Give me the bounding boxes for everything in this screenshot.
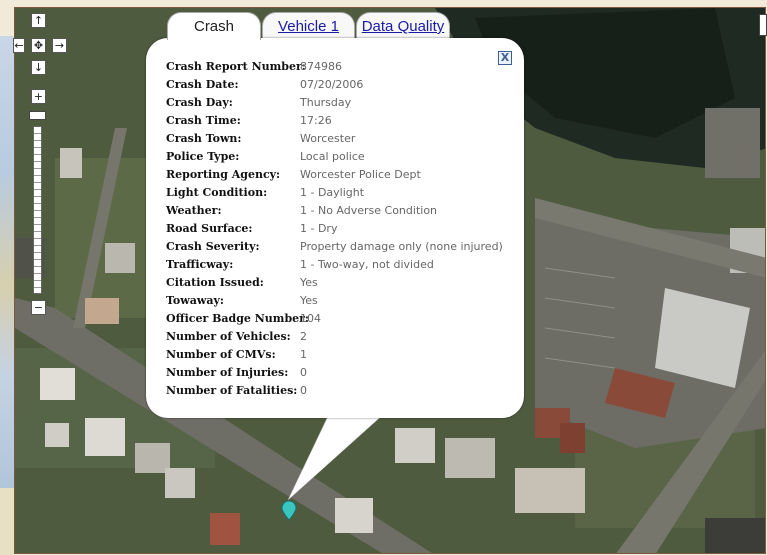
detail-row: Police Type: Local police <box>166 148 526 166</box>
tab-crash[interactable]: Crash <box>167 12 261 40</box>
detail-row: Towaway: Yes <box>166 292 526 310</box>
detail-row: Weather: 1 - No Adverse Condition <box>166 202 526 220</box>
detail-label: Crash Day: <box>166 96 233 109</box>
pan-up-button[interactable]: ↑ <box>31 13 46 28</box>
detail-label: Officer Badge Number: <box>166 312 309 325</box>
detail-value: Local police <box>300 150 365 163</box>
detail-value: 1 - No Adverse Condition <box>300 204 438 217</box>
detail-label: Reporting Agency: <box>166 168 281 181</box>
detail-label: Number of Vehicles: <box>166 330 291 343</box>
detail-value: 104 <box>300 312 321 325</box>
detail-row: Citation Issued: Yes <box>166 274 526 292</box>
detail-row: Number of CMVs: 1 <box>166 346 526 364</box>
detail-value: 0 <box>300 366 307 379</box>
detail-value: 1 - Daylight <box>300 186 365 199</box>
detail-value: Yes <box>300 294 318 307</box>
detail-label: Trafficway: <box>166 258 234 271</box>
detail-label: Weather: <box>166 204 222 217</box>
detail-row: Crash Report Number: 874986 <box>166 58 526 76</box>
detail-label: Crash Report Number: <box>166 60 306 73</box>
crash-location-marker[interactable] <box>281 500 297 522</box>
detail-value: 1 <box>300 348 307 361</box>
detail-row: Number of Vehicles: 2 <box>166 328 526 346</box>
detail-label: Crash Date: <box>166 78 239 91</box>
detail-row: Crash Severity: Property damage only (non… <box>166 238 526 256</box>
overview-map-footer <box>0 488 14 555</box>
map-type-button[interactable] <box>759 14 767 36</box>
arrow-left-icon: ← <box>14 39 24 52</box>
detail-value: Property damage only (none injured) <box>300 240 503 253</box>
detail-label: Number of Fatalities: <box>166 384 298 397</box>
minus-icon: − <box>33 301 44 314</box>
detail-label: Citation Issued: <box>166 276 264 289</box>
pan-left-button[interactable]: ← <box>13 38 25 53</box>
detail-value: 1 - Dry <box>300 222 338 235</box>
zoom-slider[interactable] <box>33 126 42 294</box>
overview-map-strip <box>0 36 14 488</box>
pan-down-button[interactable]: ↓ <box>31 60 46 75</box>
detail-label: Police Type: <box>166 150 240 163</box>
detail-label: Towaway: <box>166 294 224 307</box>
arrow-up-icon: ↑ <box>33 14 44 27</box>
detail-row: Crash Time: 17:26 <box>166 112 526 130</box>
zoom-in-button[interactable]: + <box>31 89 46 104</box>
arrow-down-icon: ↓ <box>33 61 44 74</box>
tab-vehicle-1[interactable]: Vehicle 1 <box>262 12 355 40</box>
detail-row: Reporting Agency: Worcester Police Dept <box>166 166 526 184</box>
detail-value: 0 <box>300 384 307 397</box>
detail-value: Yes <box>300 276 318 289</box>
detail-value: Worcester Police Dept <box>300 168 421 181</box>
detail-row: Crash Date: 07/20/2006 <box>166 76 526 94</box>
detail-value: 2 <box>300 330 307 343</box>
detail-value: 17:26 <box>300 114 332 127</box>
detail-row: Crash Town: Worcester <box>166 130 526 148</box>
detail-row: Number of Injuries: 0 <box>166 364 526 382</box>
detail-label: Crash Time: <box>166 114 241 127</box>
zoom-slider-handle[interactable] <box>29 111 46 120</box>
detail-label: Number of CMVs: <box>166 348 276 361</box>
detail-value: 07/20/2006 <box>300 78 364 91</box>
pan-right-button[interactable]: → <box>52 38 67 53</box>
detail-row: Number of Fatalities: 0 <box>166 382 526 400</box>
detail-value: 1 - Two-way, not divided <box>300 258 434 271</box>
pan-center-button[interactable]: ✥ <box>31 38 46 53</box>
center-icon: ✥ <box>33 39 44 52</box>
arrow-right-icon: → <box>54 39 65 52</box>
zoom-out-button[interactable]: − <box>31 300 46 315</box>
detail-value: 874986 <box>300 60 342 73</box>
detail-row: Road Surface: 1 - Dry <box>166 220 526 238</box>
detail-row: Trafficway: 1 - Two-way, not divided <box>166 256 526 274</box>
detail-value: Thursday <box>300 96 352 109</box>
detail-row: Light Condition: 1 - Daylight <box>166 184 526 202</box>
tab-crash-label: Crash <box>193 18 234 35</box>
detail-label: Number of Injuries: <box>166 366 289 379</box>
detail-row: Crash Day: Thursday <box>166 94 526 112</box>
tab-data-quality-label: Data Quality <box>361 18 445 35</box>
detail-label: Light Condition: <box>166 186 268 199</box>
detail-label: Crash Severity: <box>166 240 260 253</box>
plus-icon: + <box>33 90 44 103</box>
tab-vehicle-1-label: Vehicle 1 <box>278 18 339 35</box>
tab-data-quality[interactable]: Data Quality <box>356 12 450 40</box>
detail-label: Crash Town: <box>166 132 242 145</box>
detail-label: Road Surface: <box>166 222 253 235</box>
detail-row: Officer Badge Number: 104 <box>166 310 526 328</box>
detail-value: Worcester <box>300 132 356 145</box>
